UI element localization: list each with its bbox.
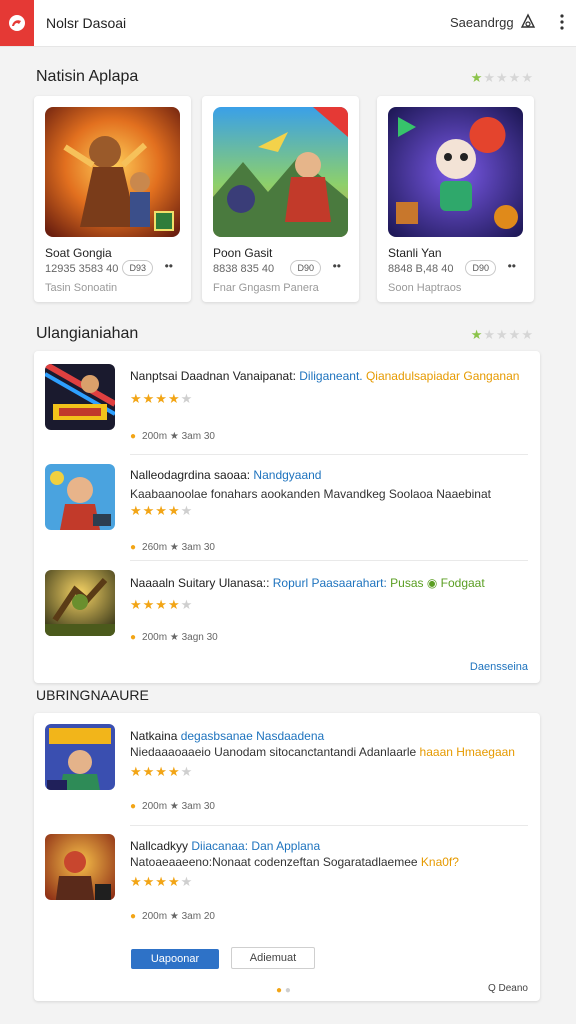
more-vert-icon[interactable]	[552, 12, 572, 32]
secondary-button[interactable]: Adiemuat	[231, 947, 315, 969]
game-list-card-2: Natkaina degasbsanae Nasdaadena Niedaaao…	[34, 713, 540, 1001]
more-options-icon[interactable]: ••	[165, 259, 173, 273]
featured-card-developer: Fnar Gngasm Panera	[213, 282, 319, 294]
list-item-rating: ★★★★★	[130, 391, 194, 406]
list-item-rating: ★★★★★	[130, 764, 194, 779]
badge-icon: ●	[130, 911, 137, 922]
featured-rating: ★★★★★	[470, 70, 534, 85]
badge-icon: ●	[130, 542, 137, 553]
list-item-rating: ★★★★★	[130, 503, 194, 518]
badge-icon: ●	[130, 431, 137, 442]
list-section-rating: ★★★★★	[470, 327, 534, 342]
list-item-stats: ● 200m ★ 3am 20	[130, 911, 215, 922]
featured-card-name: Stanli Yan	[388, 246, 442, 260]
featured-card-meta: 12935 3583 40	[45, 263, 119, 275]
list-item-stats: ● 260m ★ 3am 30	[130, 542, 215, 553]
divider	[130, 560, 528, 561]
featured-card-name: Poon Gasit	[213, 246, 273, 260]
footer-link[interactable]: Q Deano	[488, 983, 528, 994]
list-item-title: Nallcadkyy Diiacanaa: Dan Applana	[130, 839, 321, 853]
primary-button[interactable]: Uapoonar	[131, 949, 219, 969]
game-thumbnail	[45, 464, 115, 530]
featured-section-title: Natisin Aplapa	[36, 68, 139, 85]
game-thumbnail	[45, 107, 180, 237]
list-item-title: Nanptsai Daadnan Vanaipanat: Diliganeant…	[130, 369, 520, 383]
list2-section-title: UBRINGNAAURE	[36, 687, 149, 703]
badge-icon: ●	[130, 801, 137, 812]
featured-card-meta: 8838 835 40	[213, 263, 275, 275]
featured-card-2[interactable]: Poon Gasit 8838 835 40 D90 •• Fnar Gngas…	[202, 96, 359, 302]
list-item-stats: ● 200m ★ 3am 30	[130, 431, 215, 442]
list-item-title: Nalleodagrdina saoaa: Nandgyaand	[130, 468, 322, 482]
game-thumbnail	[213, 107, 348, 237]
list-item-description: Niedaaaoaaeio Uanodam sitocanctantandi A…	[130, 745, 515, 759]
account-icon[interactable]	[518, 12, 538, 32]
list-section-title: Ulangianiahan	[36, 325, 139, 342]
more-options-icon[interactable]: ••	[508, 259, 516, 273]
featured-card-meta: 8848 B,48 40	[388, 263, 454, 275]
divider	[130, 825, 528, 826]
list-item-description: Kaabaanoolae fonahars aookanden Mavandke…	[130, 487, 491, 501]
page-indicator[interactable]: ● ●	[276, 985, 291, 996]
list-item-rating: ★★★★★	[130, 597, 194, 612]
game-thumbnail	[45, 834, 115, 900]
price-pill[interactable]: D90	[290, 260, 321, 276]
divider	[130, 454, 528, 455]
page-dot-active: ●	[276, 985, 283, 996]
price-pill[interactable]: D90	[465, 260, 496, 276]
list-item-title: Naaaaln Suitary Ulanasa:: Ropurl Paasaar…	[130, 576, 485, 590]
featured-card-1[interactable]: Soat Gongia 12935 3583 40 D93 •• Tasin S…	[34, 96, 191, 302]
app-title: Nolsr Dasoai	[46, 15, 127, 31]
app-logo-icon[interactable]	[0, 0, 34, 46]
price-pill[interactable]: D93	[122, 260, 153, 276]
featured-card-name: Soat Gongia	[45, 246, 112, 260]
featured-card-developer: Tasin Sonoatin	[45, 282, 118, 294]
list-item-stats: ● 200m ★ 3agn 30	[130, 632, 218, 643]
featured-card-3[interactable]: Stanli Yan 8848 B,48 40 D90 •• Soon Hapt…	[377, 96, 534, 302]
game-thumbnail	[45, 724, 115, 790]
top-app-bar: Nolsr Dasoai Saeandrgg	[0, 0, 576, 47]
game-thumbnail	[45, 570, 115, 636]
game-thumbnail	[388, 107, 523, 237]
list-item-rating: ★★★★★	[130, 874, 194, 889]
badge-icon: ●	[130, 632, 137, 643]
list-item-stats: ● 200m ★ 3am 30	[130, 801, 215, 812]
list-item-title: Natkaina degasbsanae Nasdaadena	[130, 729, 325, 743]
featured-card-developer: Soon Haptraos	[388, 282, 462, 294]
see-more-link[interactable]: Daensseina	[470, 661, 528, 673]
list-item-description: Natoaeaaeeno:Nonaat codenzeftan Sogarata…	[130, 855, 459, 869]
more-options-icon[interactable]: ••	[333, 259, 341, 273]
saved-button[interactable]: Saeandrgg	[450, 15, 514, 30]
game-list-card: Nanptsai Daadnan Vanaipanat: Diliganeant…	[34, 351, 540, 683]
game-thumbnail	[45, 364, 115, 430]
page-dot: ●	[284, 985, 291, 996]
